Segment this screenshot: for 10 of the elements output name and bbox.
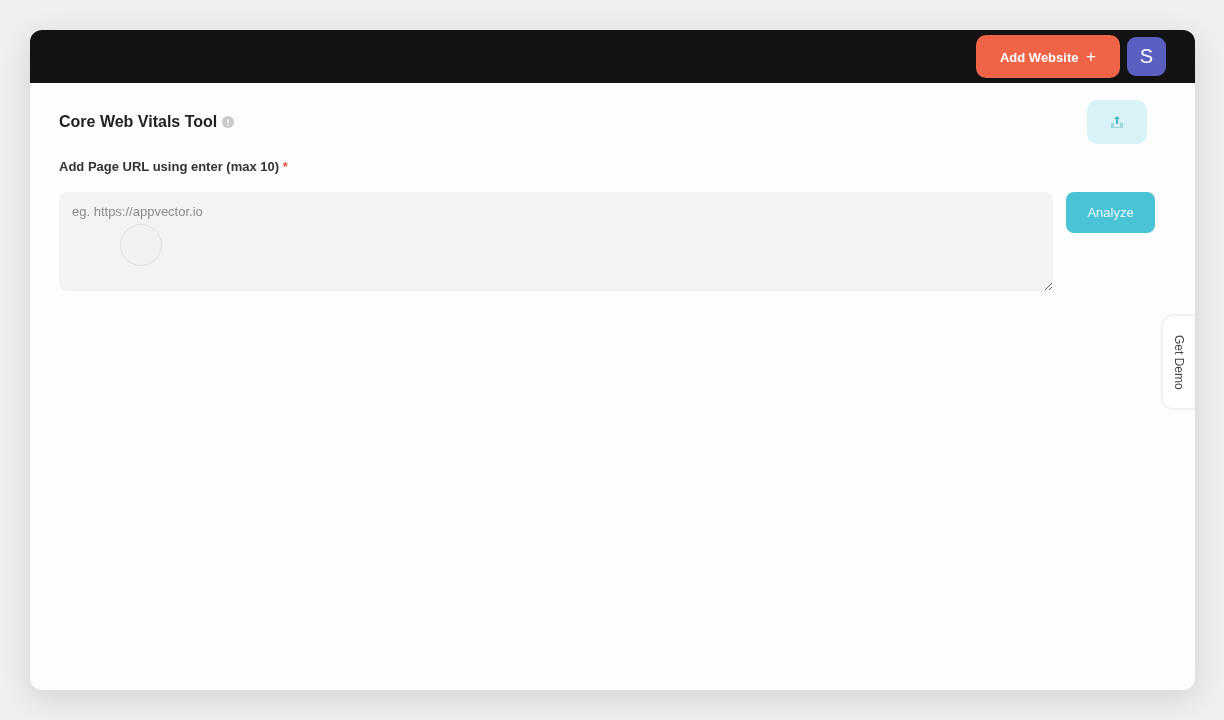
export-button[interactable]	[1087, 99, 1147, 144]
upload-icon	[1109, 113, 1125, 130]
info-icon[interactable]	[222, 115, 235, 128]
avatar[interactable]: S	[1127, 37, 1166, 76]
field-label: Add Page URL using enter (max 10)	[59, 159, 280, 174]
get-demo-tab[interactable]: Get Demo	[1161, 314, 1195, 410]
required-mark: *	[282, 159, 288, 174]
page-title: Core Web Vitals Tool	[59, 112, 218, 131]
add-website-button[interactable]: Add Website +	[976, 35, 1120, 78]
url-input-field[interactable]: eg. https://appvector.io	[59, 192, 1053, 291]
